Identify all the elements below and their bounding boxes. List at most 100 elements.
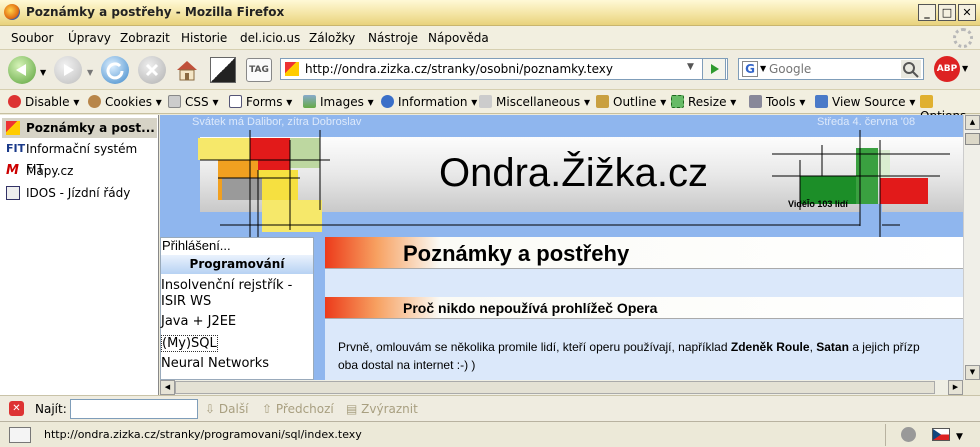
title-bar: Poznámky a postřehy - Mozilla Firefox _ … [0, 0, 980, 26]
dev-view-source-label: View Source [832, 95, 906, 109]
sidebar-item-idos[interactable]: IDOS - Jízdní řády [2, 183, 157, 203]
menu-view[interactable]: Zobrazit [120, 31, 170, 45]
engine-dropdown-icon[interactable]: ▼ [760, 64, 766, 73]
find-prev-button[interactable]: ⇧ Předchozí [262, 402, 334, 416]
search-input[interactable] [769, 61, 889, 77]
para-text: Prvně, omlouvám se několika promile lidí… [338, 340, 728, 354]
dev-information-label: Information [398, 95, 468, 109]
minimize-button[interactable]: _ [918, 4, 936, 21]
page-heading: Poznámky a postřehy [403, 241, 630, 266]
menu-heading: Programování [161, 255, 313, 274]
fit-favicon-icon: FIT [6, 142, 26, 155]
magnifier-icon [903, 62, 919, 78]
adblock-dropdown-icon[interactable]: ▼ [962, 64, 968, 73]
scroll-left-icon[interactable]: ◀ [160, 380, 175, 395]
tools-icon [749, 95, 762, 108]
dev-resize-menu[interactable]: Resize ▾ [671, 95, 736, 109]
menu-item-neural[interactable]: Neural Networks [161, 356, 269, 371]
menu-item-mysql[interactable]: (My)SQL [161, 335, 218, 352]
back-button[interactable] [8, 56, 36, 84]
menu-tools[interactable]: Nástroje [368, 31, 418, 45]
hscroll-thumb[interactable] [175, 381, 935, 394]
misc-icon [479, 95, 492, 108]
search-button[interactable] [901, 60, 921, 78]
go-arrow-icon [711, 64, 719, 74]
forward-dropdown-icon[interactable]: ▼ [87, 68, 93, 77]
dev-images-label: Images [320, 95, 364, 109]
find-bar: ✕ Najít: ⇩ Další ⇧ Předchozí ▤ Zvýraznit [0, 395, 980, 421]
up-arrow-icon: ⇧ [262, 402, 273, 416]
highlight-button[interactable]: ▤ Zvýraznit [346, 402, 418, 416]
czech-flag-icon [932, 428, 950, 441]
screenshot-button[interactable] [210, 57, 236, 83]
mapy-favicon-icon: M [6, 163, 19, 178]
dev-tools-menu[interactable]: Tools ▾ [749, 95, 805, 109]
forms-icon [229, 95, 242, 108]
visit-counter: Viděl̄o 103 lidí [788, 199, 848, 209]
main-content: Poznámky a postřehy Proč nikdo nepoužívá… [325, 237, 963, 380]
menu-bookmarks[interactable]: Záložky [309, 31, 355, 45]
firefox-icon [4, 4, 20, 20]
url-bar[interactable]: ▼ [280, 58, 728, 80]
adblock-button[interactable]: ABP [934, 56, 960, 82]
scroll-down-icon[interactable]: ▼ [965, 365, 980, 380]
close-button[interactable]: ✕ [958, 4, 976, 21]
dev-disable-menu[interactable]: Disable ▾ [8, 95, 79, 109]
home-button[interactable] [174, 57, 200, 83]
sidebar-item-mapy[interactable]: M Mapy.cz [2, 161, 157, 181]
find-input[interactable] [70, 399, 198, 419]
dev-cookies-menu[interactable]: Cookies ▾ [88, 95, 162, 109]
search-bar[interactable]: G ▼ [738, 58, 924, 80]
status-divider [885, 424, 886, 446]
back-dropdown-icon[interactable]: ▼ [40, 68, 46, 77]
dev-css-label: CSS [185, 95, 209, 109]
throbber-icon [953, 28, 973, 48]
menu-history[interactable]: Historie [181, 31, 227, 45]
flag-dropdown-icon[interactable]: ▼ [956, 432, 963, 442]
dev-view-source-menu[interactable]: View Source ▾ [815, 95, 915, 109]
dev-outline-label: Outline [613, 95, 657, 109]
scroll-thumb[interactable] [965, 133, 980, 145]
menu-delicious[interactable]: del.icio.us [240, 31, 300, 45]
scroll-right-icon[interactable]: ▶ [948, 380, 963, 395]
menu-item-isir[interactable]: Insolvenční rejstřík - ISIR WS [161, 278, 311, 310]
url-input[interactable] [305, 61, 685, 77]
menu-item-java[interactable]: Java + J2EE [161, 314, 236, 329]
url-dropdown-icon[interactable]: ▼ [687, 62, 694, 72]
go-button[interactable] [702, 58, 726, 80]
status-block-icon [901, 427, 916, 442]
nameday-text: Svátek má Dalibor, zítra Dobroslav [192, 116, 362, 128]
dev-forms-menu[interactable]: Forms ▾ [229, 95, 292, 109]
close-find-icon[interactable]: ✕ [9, 401, 24, 416]
forward-button[interactable] [54, 56, 82, 84]
menu-edit[interactable]: Úpravy [68, 31, 111, 45]
login-link[interactable]: Přihlášení... [162, 238, 231, 253]
dev-css-menu[interactable]: CSS ▾ [168, 95, 218, 109]
scroll-up-icon[interactable]: ▲ [965, 115, 980, 130]
tag-button[interactable]: TAG [246, 58, 272, 82]
menu-file[interactable]: Soubor [11, 31, 53, 45]
sidebar-item-fit[interactable]: FIT Informační systém FIT [2, 139, 157, 176]
images-icon [303, 95, 316, 108]
cookies-icon [88, 95, 101, 108]
google-engine-icon[interactable]: G [742, 61, 758, 77]
dev-misc-label: Miscellaneous [496, 95, 581, 109]
vertical-scrollbar[interactable]: ▲ ▼ [963, 115, 980, 380]
para-name-1: Zdeněk Roule [730, 340, 810, 354]
maximize-button[interactable]: □ [938, 4, 956, 21]
dev-information-menu[interactable]: Information ▾ [381, 95, 477, 109]
find-next-button[interactable]: ⇩ Další [205, 402, 248, 416]
dev-misc-menu[interactable]: Miscellaneous ▾ [479, 95, 590, 109]
stop-button[interactable] [138, 56, 166, 84]
dev-images-menu[interactable]: Images ▾ [303, 95, 374, 109]
menu-help[interactable]: Nápověda [428, 31, 489, 45]
reload-button[interactable] [101, 56, 129, 84]
horizontal-scrollbar[interactable]: ◀ ▶ [160, 380, 963, 395]
article-paragraph: Prvně, omlouvám se několika promile lidí… [338, 338, 963, 374]
home-icon [177, 61, 197, 81]
options-icon [920, 95, 933, 108]
web-developer-toolbar: Disable ▾ Cookies ▾ CSS ▾ Forms ▾ Images… [0, 90, 980, 123]
para-text-2: a jejich přízp [852, 340, 920, 354]
sidebar-item-poznamky[interactable]: Poznámky a post... [2, 118, 157, 138]
dev-outline-menu[interactable]: Outline ▾ [596, 95, 666, 109]
